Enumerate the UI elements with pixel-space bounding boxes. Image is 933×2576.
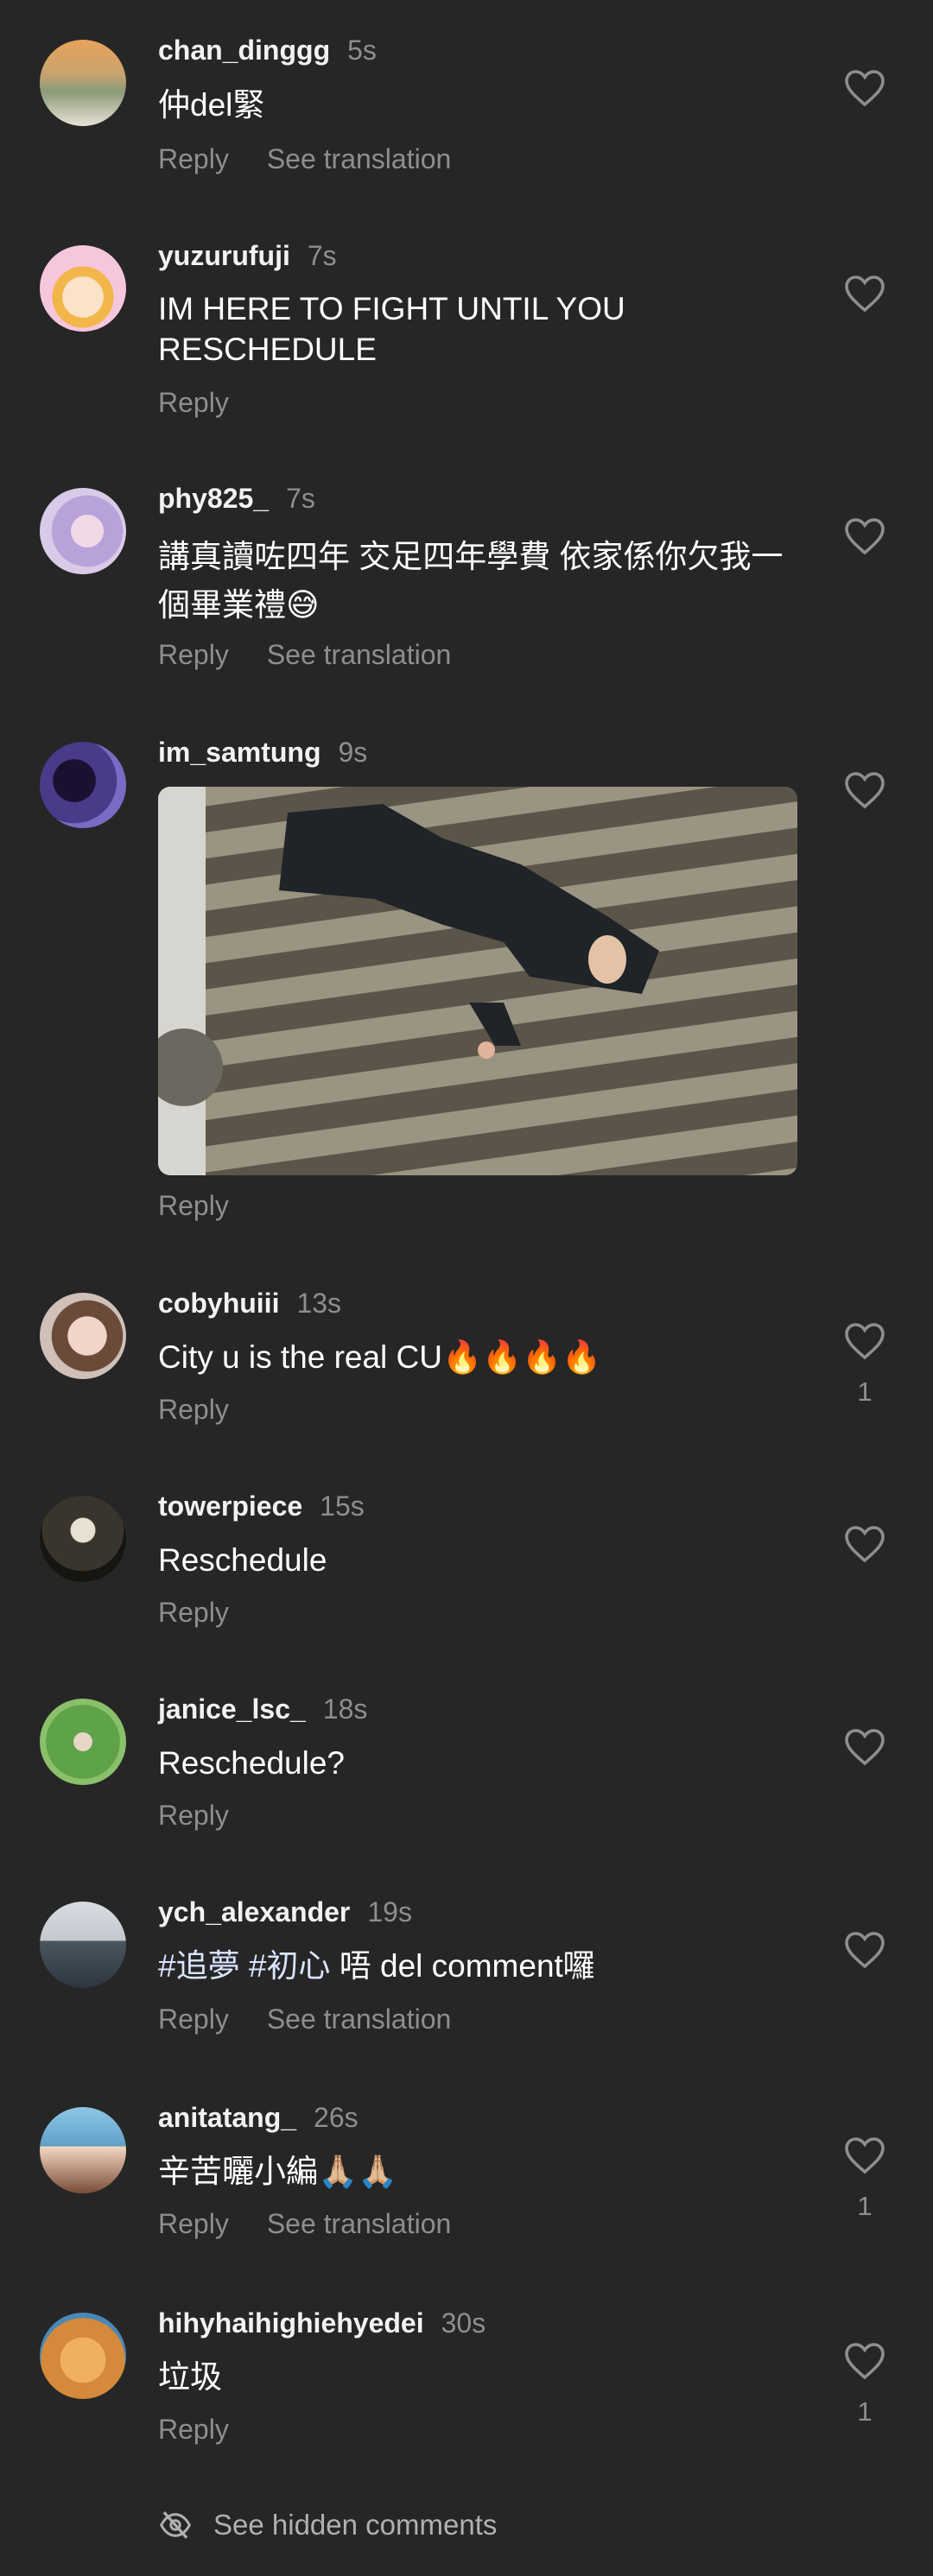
comment-text: 垃圾 [158, 2359, 222, 2395]
heart-outline-icon[interactable] [844, 1931, 885, 1969]
comment-time: 9s [338, 737, 368, 768]
heart-outline-icon[interactable] [844, 771, 885, 809]
reply-button[interactable]: Reply [158, 1394, 229, 1425]
comment-text: 仲del緊 [158, 87, 265, 123]
comment-username[interactable]: anitatang_ 26s [158, 2102, 359, 2134]
comment-username[interactable]: chan_dinggg 5s [158, 35, 377, 66]
avatar[interactable] [40, 245, 126, 332]
comment-text: 辛苦曬小編🙏🏼🙏🏼 [158, 2154, 398, 2189]
comment-text: 講真讀咗四年 交足四年學費 依家係你欠我一個畢業禮😅 [158, 539, 784, 623]
see-translation-button[interactable]: See translation [267, 2208, 451, 2239]
avatar[interactable] [40, 488, 126, 574]
comment-username[interactable]: cobyhuiii 13s [158, 1288, 341, 1320]
comment-actions: Reply See translation [158, 639, 451, 671]
reply-button[interactable]: Reply [158, 2208, 229, 2239]
comment-text: Reschedule [158, 1542, 327, 1578]
reply-button[interactable]: Reply [158, 143, 229, 174]
comment-actions: Reply [158, 1800, 229, 1832]
comment-username[interactable]: hihyhaihighiehyedei 30s [158, 2307, 486, 2339]
avatar[interactable] [40, 1293, 126, 1379]
avatar[interactable] [40, 1496, 126, 1582]
comment-time: 18s [322, 1693, 368, 1725]
heart-outline-icon[interactable] [844, 1728, 885, 1766]
reply-button[interactable]: Reply [158, 639, 229, 670]
heart-outline-icon[interactable] [844, 2136, 885, 2174]
comment-username[interactable]: towerpiece 15s [158, 1491, 365, 1522]
comment-text-body: 唔 del comment囉 [339, 1948, 595, 1984]
avatar[interactable] [40, 742, 126, 828]
comment-time: 13s [296, 1288, 342, 1319]
comment-time: 15s [320, 1491, 365, 1522]
avatar[interactable] [40, 2107, 126, 2193]
see-translation-button[interactable]: See translation [267, 639, 451, 670]
comment-actions: Reply See translation [158, 2208, 451, 2240]
comment-actions: Reply See translation [158, 143, 451, 175]
heart-outline-icon[interactable] [844, 1525, 885, 1563]
avatar[interactable] [40, 2313, 126, 2399]
eye-off-icon [159, 2511, 192, 2539]
comment-time: 7s [307, 240, 337, 271]
comment-username[interactable]: ych_alexander 19s [158, 1896, 412, 1928]
comment-text: City u is the real CU🔥🔥🔥🔥 [158, 1339, 602, 1375]
gif-image [158, 787, 797, 1175]
see-hidden-comments-label: See hidden comments [213, 2509, 498, 2541]
reply-button[interactable]: Reply [158, 387, 229, 418]
heart-outline-icon[interactable] [844, 1322, 885, 1360]
heart-outline-icon[interactable] [844, 275, 885, 313]
comment-actions: Reply [158, 1394, 229, 1426]
heart-outline-icon[interactable] [844, 69, 885, 107]
comment-actions: Reply [158, 387, 229, 419]
reply-button[interactable]: Reply [158, 2414, 229, 2445]
heart-outline-icon[interactable] [844, 2342, 885, 2380]
comment-username[interactable]: yuzurufuji 7s [158, 240, 337, 272]
see-translation-button[interactable]: See translation [267, 143, 451, 174]
see-translation-button[interactable]: See translation [267, 2003, 451, 2035]
heart-outline-icon[interactable] [844, 517, 885, 555]
avatar[interactable] [40, 40, 126, 126]
comment-time: 26s [314, 2102, 359, 2133]
comment-time: 30s [441, 2307, 486, 2339]
like-count: 1 [857, 1377, 873, 1407]
comment-actions: Reply See translation [158, 2003, 451, 2035]
comment-actions: Reply [158, 1597, 229, 1629]
comment-username[interactable]: phy825_ 7s [158, 483, 315, 515]
reply-button[interactable]: Reply [158, 1597, 229, 1628]
comment-time: 19s [367, 1896, 412, 1927]
reply-button[interactable]: Reply [158, 1800, 229, 1831]
comment-actions: Reply [158, 1190, 229, 1222]
comment-username[interactable]: im_samtung 9s [158, 737, 367, 769]
comment-text: #追夢 #初心 唔 del comment囉 [158, 1946, 797, 1986]
avatar[interactable] [40, 1902, 126, 1988]
avatar[interactable] [40, 1699, 126, 1785]
reply-button[interactable]: Reply [158, 1190, 229, 1221]
hashtag-link[interactable]: #初心 [249, 1948, 331, 1984]
see-hidden-comments-button[interactable]: See hidden comments [158, 2509, 497, 2541]
comment-text: Reschedule? [158, 1745, 345, 1781]
comment-gif[interactable] [158, 787, 797, 1175]
comment-time: 5s [347, 35, 377, 66]
comment-actions: Reply [158, 2414, 229, 2446]
reply-button[interactable]: Reply [158, 2003, 229, 2035]
comment-time: 7s [286, 483, 315, 514]
hashtag-link[interactable]: #追夢 [158, 1948, 240, 1984]
like-count: 1 [857, 2191, 873, 2221]
like-count: 1 [857, 2396, 873, 2427]
comment-text: IM HERE TO FIGHT UNTIL YOU RESCHEDULE [158, 291, 625, 367]
comment-username[interactable]: janice_lsc_ 18s [158, 1693, 367, 1725]
